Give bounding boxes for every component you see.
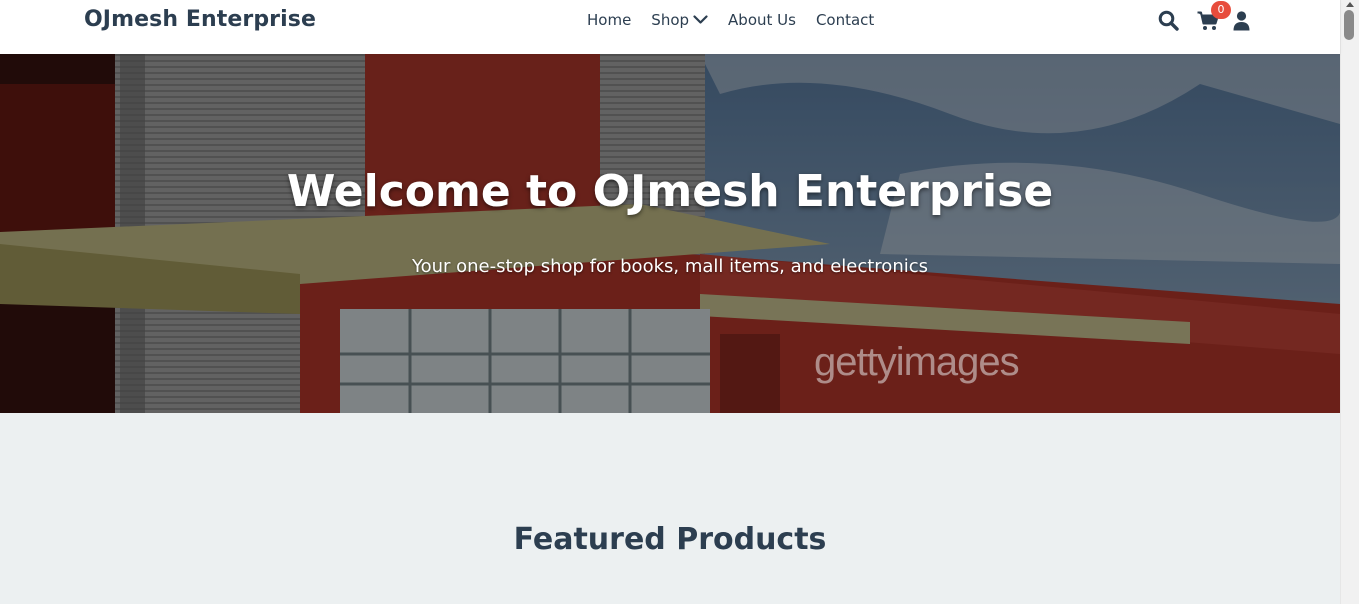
scrollbar-thumb[interactable] <box>1344 10 1354 40</box>
hero-subtitle: Your one-stop shop for books, mall items… <box>411 256 928 277</box>
header-icons: 0 <box>1158 0 1250 35</box>
nav-shop-dropdown[interactable]: Shop <box>651 11 708 29</box>
stock-photo-watermark: gettyimages <box>814 340 1020 384</box>
nav-home-link[interactable]: Home <box>587 11 631 29</box>
site-header: OJmesh Enterprise Home Shop About Us Con… <box>0 0 1340 54</box>
nav-about-link[interactable]: About Us <box>728 11 796 29</box>
featured-products-heading: Featured Products <box>513 522 827 557</box>
nav-contact-label: Contact <box>815 11 875 29</box>
search-button[interactable] <box>1158 10 1197 35</box>
page: OJmesh Enterprise Home Shop About Us Con… <box>0 0 1359 604</box>
nav-about-label: About Us <box>728 11 796 29</box>
main-nav: Home Shop About Us Contact <box>587 11 874 29</box>
chevron-down-icon <box>693 15 708 24</box>
brand-logo[interactable]: OJmesh Enterprise <box>84 7 316 32</box>
hero-title: Welcome to OJmesh Enterprise <box>286 166 1054 217</box>
hero-dark-overlay <box>0 54 1340 413</box>
hero-banner: gettyimages Welcome to OJmesh Enterprise… <box>0 54 1340 413</box>
user-icon <box>1233 10 1250 30</box>
search-icon <box>1158 10 1179 31</box>
account-button[interactable] <box>1233 10 1250 35</box>
nav-home-label: Home <box>587 11 632 29</box>
cart-count-badge: 0 <box>1211 0 1231 19</box>
page-scrollbar[interactable] <box>1340 0 1359 604</box>
nav-shop-label: Shop <box>651 11 690 29</box>
nav-contact-link[interactable]: Contact <box>816 11 874 29</box>
scroll-up-arrow-icon[interactable] <box>1346 2 1354 7</box>
cart-button[interactable]: 0 <box>1197 0 1233 35</box>
